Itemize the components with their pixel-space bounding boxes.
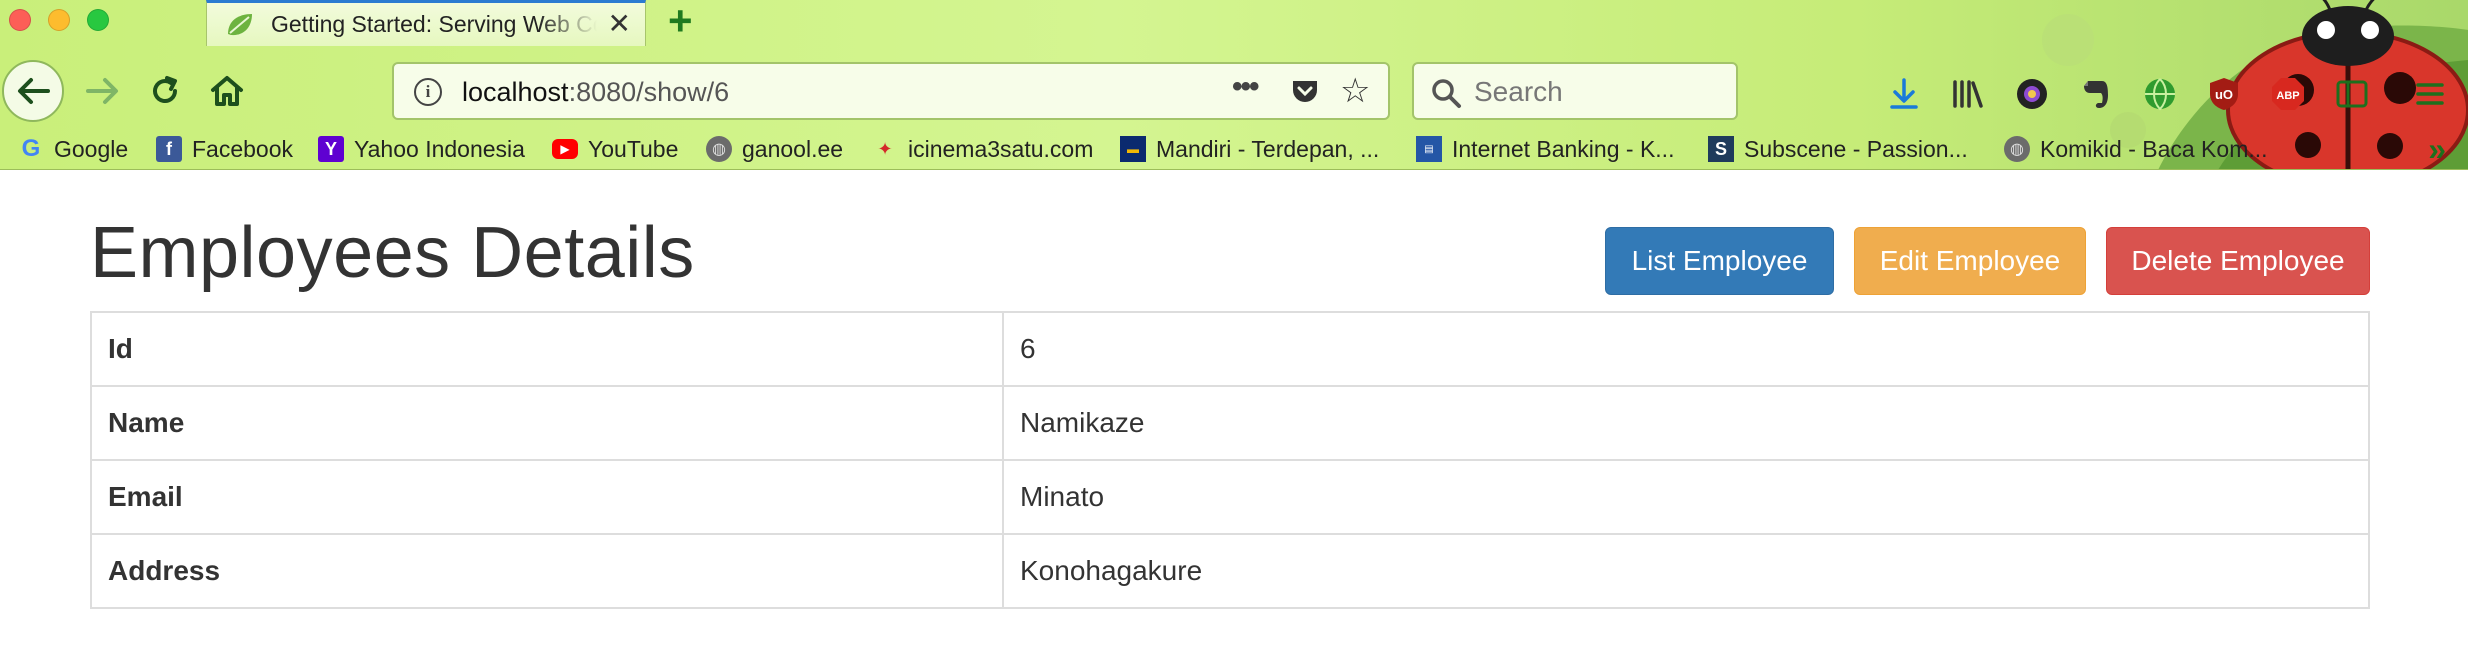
- bookmarks-overflow-chevron-icon[interactable]: »: [2428, 133, 2446, 165]
- bookmark-label: ganool.ee: [742, 135, 844, 162]
- search-input[interactable]: [1474, 72, 1724, 112]
- evernote-icon[interactable]: [2076, 74, 2116, 114]
- info-icon[interactable]: i: [414, 78, 442, 106]
- window-close-button[interactable]: [9, 9, 31, 31]
- bookmark-icinema[interactable]: ✦ icinema3satu.com: [872, 132, 1093, 166]
- globe-icon: ◍: [2004, 136, 2030, 162]
- bookmark-mandiri[interactable]: ▬ Mandiri - Terdepan, ...: [1120, 132, 1379, 166]
- bank-icon: ▤: [1416, 136, 1442, 162]
- page-title: Employees Details: [90, 213, 695, 293]
- svg-text:uO: uO: [2215, 87, 2233, 102]
- search-icon: [1432, 79, 1461, 108]
- subscene-icon: S: [1708, 136, 1734, 162]
- table-row: Name Namikaze: [90, 385, 2370, 461]
- yahoo-icon: Y: [318, 136, 344, 162]
- bookmark-internet-banking[interactable]: ▤ Internet Banking - K...: [1416, 132, 1674, 166]
- library-icon[interactable]: [1948, 74, 1988, 114]
- bookmark-star-icon[interactable]: ☆: [1340, 72, 1370, 110]
- facebook-icon: f: [156, 136, 182, 162]
- navigation-toolbar: i localhost:8080/show/6 ••• ☆ uO: [0, 50, 2468, 134]
- field-label: Id: [90, 311, 1004, 387]
- back-arrow-icon[interactable]: [2, 60, 64, 122]
- bookmark-label: Komikid - Baca Kom...: [2040, 135, 2268, 162]
- search-bar[interactable]: [1412, 62, 1738, 120]
- field-value: 6: [1002, 311, 2370, 387]
- field-value: Minato: [1002, 459, 2370, 535]
- delete-employee-button[interactable]: Delete Employee: [2106, 227, 2370, 295]
- list-employee-button[interactable]: List Employee: [1605, 227, 1834, 295]
- globe-extension-icon[interactable]: [2140, 74, 2180, 114]
- mandiri-icon: ▬: [1120, 136, 1146, 162]
- browser-chrome: Getting Started: Serving Web Content ✕ +…: [0, 0, 2468, 170]
- page-actions-more-icon[interactable]: •••: [1232, 70, 1259, 104]
- bookmark-label: Google: [54, 135, 129, 162]
- adblock-plus-icon[interactable]: ABP: [2268, 74, 2308, 114]
- icinema-icon: ✦: [877, 138, 893, 159]
- tab-strip: Getting Started: Serving Web Content ✕ +: [0, 0, 2468, 46]
- bookmark-facebook[interactable]: f Facebook: [156, 132, 293, 166]
- hamburger-menu-icon[interactable]: [2410, 74, 2450, 114]
- window-minimize-button[interactable]: [48, 9, 70, 31]
- bookmark-label: Internet Banking - K...: [1452, 135, 1675, 162]
- bookmark-label: Mandiri - Terdepan, ...: [1156, 135, 1380, 162]
- globe-icon: ◍: [706, 136, 732, 162]
- close-icon[interactable]: ✕: [608, 9, 631, 39]
- new-tab-plus-icon[interactable]: +: [668, 0, 693, 42]
- bookmark-label: YouTube: [588, 135, 679, 162]
- bookmark-label: Facebook: [192, 135, 294, 162]
- window-zoom-button[interactable]: [87, 9, 109, 31]
- edit-employee-button[interactable]: Edit Employee: [1854, 227, 2086, 295]
- table-row: Id 6: [90, 311, 2370, 387]
- employee-details-table: Id 6 Name Namikaze Email Minato Address …: [90, 311, 2370, 609]
- extension-circle-icon[interactable]: [2012, 74, 2052, 114]
- bookmark-subscene[interactable]: S Subscene - Passion...: [1708, 132, 1968, 166]
- home-icon[interactable]: [202, 66, 252, 116]
- bookmark-yahoo[interactable]: Y Yahoo Indonesia: [318, 132, 525, 166]
- download-icon[interactable]: [1884, 74, 1924, 114]
- page-content: Employees Details List Employee Edit Emp…: [0, 171, 2468, 662]
- field-label: Address: [90, 533, 1004, 609]
- reload-icon[interactable]: [140, 66, 190, 116]
- url-host: localhost: [462, 77, 569, 107]
- field-label: Name: [90, 385, 1004, 461]
- table-row: Address Konohagakure: [90, 533, 2370, 609]
- bookmark-label: Yahoo Indonesia: [354, 135, 525, 162]
- url-bar[interactable]: i localhost:8080/show/6 ••• ☆: [392, 62, 1390, 120]
- url-text[interactable]: localhost:8080/show/6: [462, 77, 729, 108]
- pocket-icon[interactable]: [1290, 78, 1320, 106]
- bookmark-label: icinema3satu.com: [908, 135, 1094, 162]
- youtube-icon: ▶: [552, 139, 578, 159]
- bookmark-youtube[interactable]: ▶ YouTube: [552, 132, 678, 166]
- bookmark-komikid[interactable]: ◍ Komikid - Baca Kom...: [2004, 132, 2268, 166]
- bookmark-ganool[interactable]: ◍ ganool.ee: [706, 132, 843, 166]
- svg-text:ABP: ABP: [2276, 90, 2299, 102]
- tab-title: Getting Started: Serving Web Content: [271, 11, 597, 37]
- field-value: Namikaze: [1002, 385, 2370, 461]
- field-value: Konohagakure: [1002, 533, 2370, 609]
- tab-active[interactable]: Getting Started: Serving Web Content ✕: [206, 0, 646, 46]
- spring-leaf-icon: [228, 14, 252, 36]
- table-row: Email Minato: [90, 459, 2370, 535]
- field-label: Email: [90, 459, 1004, 535]
- ublock-origin-icon[interactable]: uO: [2204, 74, 2244, 114]
- google-icon: G: [21, 135, 41, 162]
- bookmark-google[interactable]: G Google: [18, 132, 129, 166]
- url-path: :8080/show/6: [568, 77, 730, 107]
- forward-arrow-icon[interactable]: [78, 66, 128, 116]
- bookmarks-toolbar: G Google f Facebook Y Yahoo Indonesia ▶ …: [0, 130, 2468, 168]
- sidebar-toggle-icon[interactable]: [2332, 74, 2372, 114]
- bookmark-label: Subscene - Passion...: [1744, 135, 1968, 162]
